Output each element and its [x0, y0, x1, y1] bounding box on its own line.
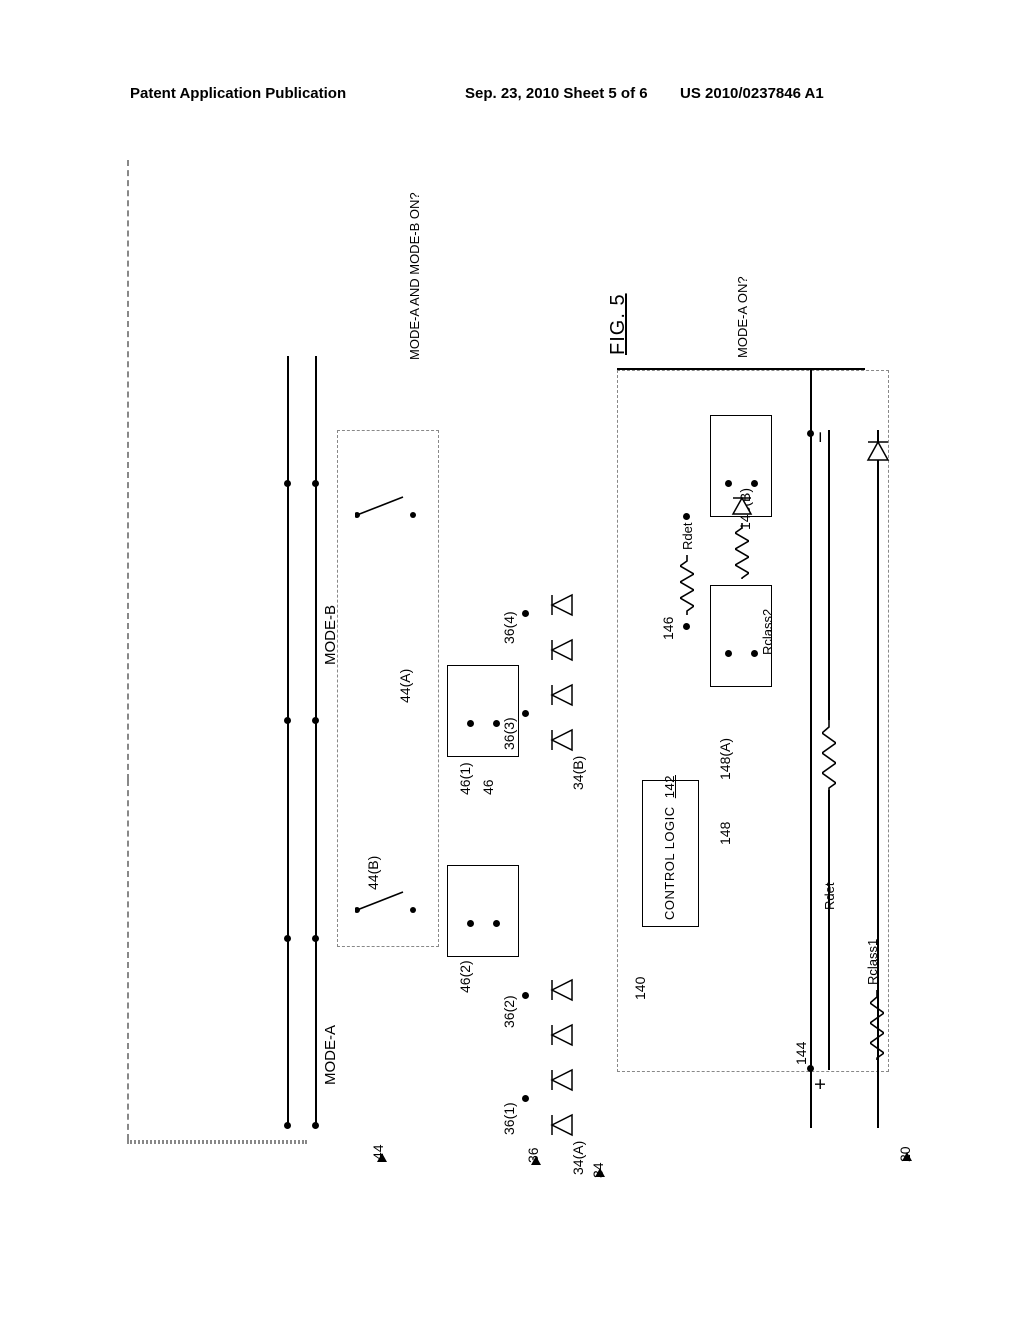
ref-146: 146	[660, 617, 676, 640]
label-rclass2: Rclass2	[760, 609, 775, 655]
node	[467, 720, 474, 727]
node	[725, 480, 732, 487]
arrow-icon	[531, 1156, 541, 1165]
node	[493, 920, 500, 927]
node	[284, 935, 291, 942]
figure-caption: FIG. 5	[607, 293, 630, 355]
wire	[828, 790, 830, 1070]
resistor-rdet-2	[680, 555, 694, 615]
node	[725, 650, 732, 657]
ref-36-3: 36(3)	[501, 717, 517, 750]
node	[522, 610, 529, 617]
label-control-logic: CONTROL LOGIC 142	[662, 775, 677, 920]
node	[751, 480, 758, 487]
ref-36-1: 36(1)	[501, 1102, 517, 1135]
ref-46-1: 46(1)	[457, 762, 473, 795]
bus-line	[315, 356, 317, 1128]
header-date-sheet: Sep. 23, 2010 Sheet 5 of 6	[465, 85, 648, 102]
q-mode-ab: MODE-A AND MODE-B ON?	[407, 192, 422, 360]
ref-46-2: 46(2)	[457, 960, 473, 993]
ref-34b: 34(B)	[570, 756, 586, 790]
label-mode-a: MODE-A	[322, 1025, 339, 1085]
node	[522, 992, 529, 999]
node	[467, 920, 474, 927]
label-mode-a-on: MODE-A ON?	[735, 276, 750, 358]
label-mode-ab-on: MODE-A AND MODE-B ON?	[407, 180, 422, 360]
bus-line	[287, 356, 289, 1128]
ref-44b: 44(B)	[365, 856, 381, 890]
control-logic-text: CONTROL LOGIC	[662, 806, 677, 920]
ref-148: 148	[717, 822, 733, 845]
ref-46: 46	[480, 779, 496, 795]
switch-44a	[355, 495, 419, 524]
node	[312, 1122, 319, 1129]
ref-142: 142	[662, 775, 677, 802]
node	[522, 710, 529, 717]
label-rdet-2: Rdet	[680, 523, 695, 550]
node	[312, 935, 319, 942]
diode-rclass2	[731, 496, 753, 525]
node	[284, 717, 291, 724]
arrow-icon	[595, 1168, 605, 1177]
ref-44a: 44(A)	[397, 669, 413, 703]
resistor-rdet-1	[822, 720, 836, 790]
node	[683, 623, 690, 630]
node	[284, 1122, 291, 1129]
switch-44b	[355, 890, 419, 919]
header-publication: Patent Application Publication	[130, 85, 346, 102]
ref-148a: 148(A)	[717, 738, 733, 780]
resistor-rclass1	[870, 990, 884, 1060]
node	[312, 480, 319, 487]
ref-34a: 34(A)	[570, 1141, 586, 1175]
ref-36-4: 36(4)	[501, 611, 517, 644]
node	[493, 720, 500, 727]
node	[284, 480, 291, 487]
header-pubnumber: US 2010/0237846 A1	[680, 85, 824, 102]
node	[312, 717, 319, 724]
diode-bridge-34b	[542, 575, 592, 760]
page: Patent Application Publication Sep. 23, …	[0, 0, 1024, 1320]
dashed-line-148	[127, 780, 129, 1140]
ref-140: 140	[632, 977, 648, 1000]
node	[751, 650, 758, 657]
label-plus: +	[810, 1078, 833, 1090]
rail-line	[617, 368, 865, 370]
resistor-rclass2	[735, 523, 749, 579]
arrow-icon	[902, 1152, 912, 1161]
ref-144: 144	[793, 1042, 809, 1065]
rail-pos	[810, 368, 812, 1128]
diode-rclass1	[866, 440, 890, 471]
label-rclass1: Rclass1	[865, 939, 880, 985]
arrow-icon	[377, 1153, 387, 1162]
switch-46-2	[447, 865, 519, 957]
figure-5: MODE-A MODE-B 44(B) 44(A) 44	[127, 160, 905, 1190]
node	[683, 513, 690, 520]
diode-bridge-34a	[542, 960, 592, 1145]
wire	[828, 430, 830, 720]
ref-36-2: 36(2)	[501, 995, 517, 1028]
dotted-line	[127, 1142, 307, 1144]
dashed-line	[127, 160, 129, 780]
node	[522, 1095, 529, 1102]
